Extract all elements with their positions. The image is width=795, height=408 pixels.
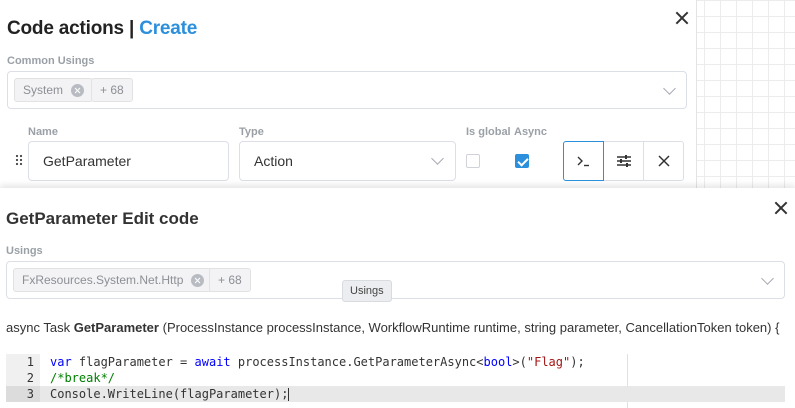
name-label: Name bbox=[28, 126, 58, 138]
code-line-text: /*break*/ bbox=[50, 371, 116, 385]
async-label: Async bbox=[514, 126, 548, 138]
chevron-down-icon bbox=[761, 272, 774, 285]
usings-label: Usings bbox=[6, 245, 43, 257]
close-icon[interactable] bbox=[673, 9, 691, 27]
using-tag: System bbox=[14, 78, 94, 102]
async-checkbox[interactable] bbox=[515, 154, 529, 168]
page-title-text: Code actions bbox=[7, 18, 124, 39]
edit-code-panel: GetParameter Edit code Usings FxResource… bbox=[0, 188, 795, 408]
signature-prefix: async Task bbox=[6, 320, 71, 335]
line-number: 3 bbox=[6, 386, 40, 402]
is-global-label: Is global bbox=[466, 126, 511, 138]
tag-remove-icon[interactable] bbox=[191, 273, 205, 287]
name-input[interactable]: GetParameter bbox=[28, 141, 229, 181]
more-tags-badge: + 68 bbox=[209, 268, 251, 292]
code-editor[interactable]: 1 var flagParameter = await processInsta… bbox=[6, 354, 785, 408]
line-number: 1 bbox=[6, 354, 40, 370]
is-global-checkbox[interactable] bbox=[466, 154, 480, 168]
method-signature: async Task GetParameter (ProcessInstance… bbox=[6, 318, 791, 337]
using-tag-label: FxResources.System.Net.Http bbox=[22, 273, 184, 287]
terminal-icon bbox=[577, 156, 589, 167]
using-tag-label: System bbox=[23, 83, 64, 97]
usings-tooltip: Usings bbox=[342, 280, 392, 302]
drag-handle-icon[interactable] bbox=[15, 154, 23, 166]
text-cursor bbox=[288, 388, 290, 401]
signature-params: (ProcessInstance processInstance, Workfl… bbox=[162, 320, 780, 335]
close-icon[interactable] bbox=[772, 199, 790, 217]
chevron-down-icon bbox=[431, 152, 444, 165]
common-usings-select[interactable]: System + 68 bbox=[7, 71, 687, 109]
code-actions-panel: Code actions | Create Common Usings Syst… bbox=[0, 0, 697, 190]
delete-button[interactable] bbox=[643, 141, 684, 181]
more-tags-label: + 68 bbox=[218, 273, 242, 287]
tag-remove-icon[interactable] bbox=[71, 83, 85, 97]
type-label: Type bbox=[239, 126, 264, 138]
using-tag: FxResources.System.Net.Http bbox=[13, 268, 214, 292]
page-title: Code actions | Create bbox=[7, 18, 197, 40]
type-select-value: Action bbox=[254, 153, 293, 169]
more-tags-label: + 68 bbox=[100, 83, 124, 97]
signature-method-name: GetParameter bbox=[73, 320, 159, 335]
code-line-text: Console.WriteLine(flagParameter); bbox=[50, 387, 290, 401]
sliders-icon bbox=[616, 155, 631, 167]
code-line[interactable]: 1 var flagParameter = await processInsta… bbox=[6, 354, 785, 370]
create-link[interactable]: Create bbox=[139, 18, 197, 39]
code-line-text: var flagParameter = await processInstanc… bbox=[50, 355, 585, 369]
code-line[interactable]: 2 /*break*/ bbox=[6, 370, 785, 386]
usings-select[interactable]: FxResources.System.Net.Http + 68 bbox=[6, 261, 785, 299]
line-number: 2 bbox=[6, 370, 40, 386]
common-usings-label: Common Usings bbox=[7, 55, 95, 67]
chevron-down-icon bbox=[663, 82, 676, 95]
close-icon bbox=[657, 155, 670, 167]
code-line-active[interactable]: 3 Console.WriteLine(flagParameter); bbox=[6, 386, 785, 402]
row-actions bbox=[563, 141, 686, 181]
edit-code-button[interactable] bbox=[563, 141, 604, 181]
edit-code-title: GetParameter Edit code bbox=[6, 209, 199, 228]
type-select[interactable]: Action bbox=[239, 141, 456, 181]
title-separator: | bbox=[129, 18, 135, 39]
name-input-value: GetParameter bbox=[43, 153, 131, 169]
more-tags-badge: + 68 bbox=[91, 78, 133, 102]
settings-button[interactable] bbox=[603, 141, 644, 181]
